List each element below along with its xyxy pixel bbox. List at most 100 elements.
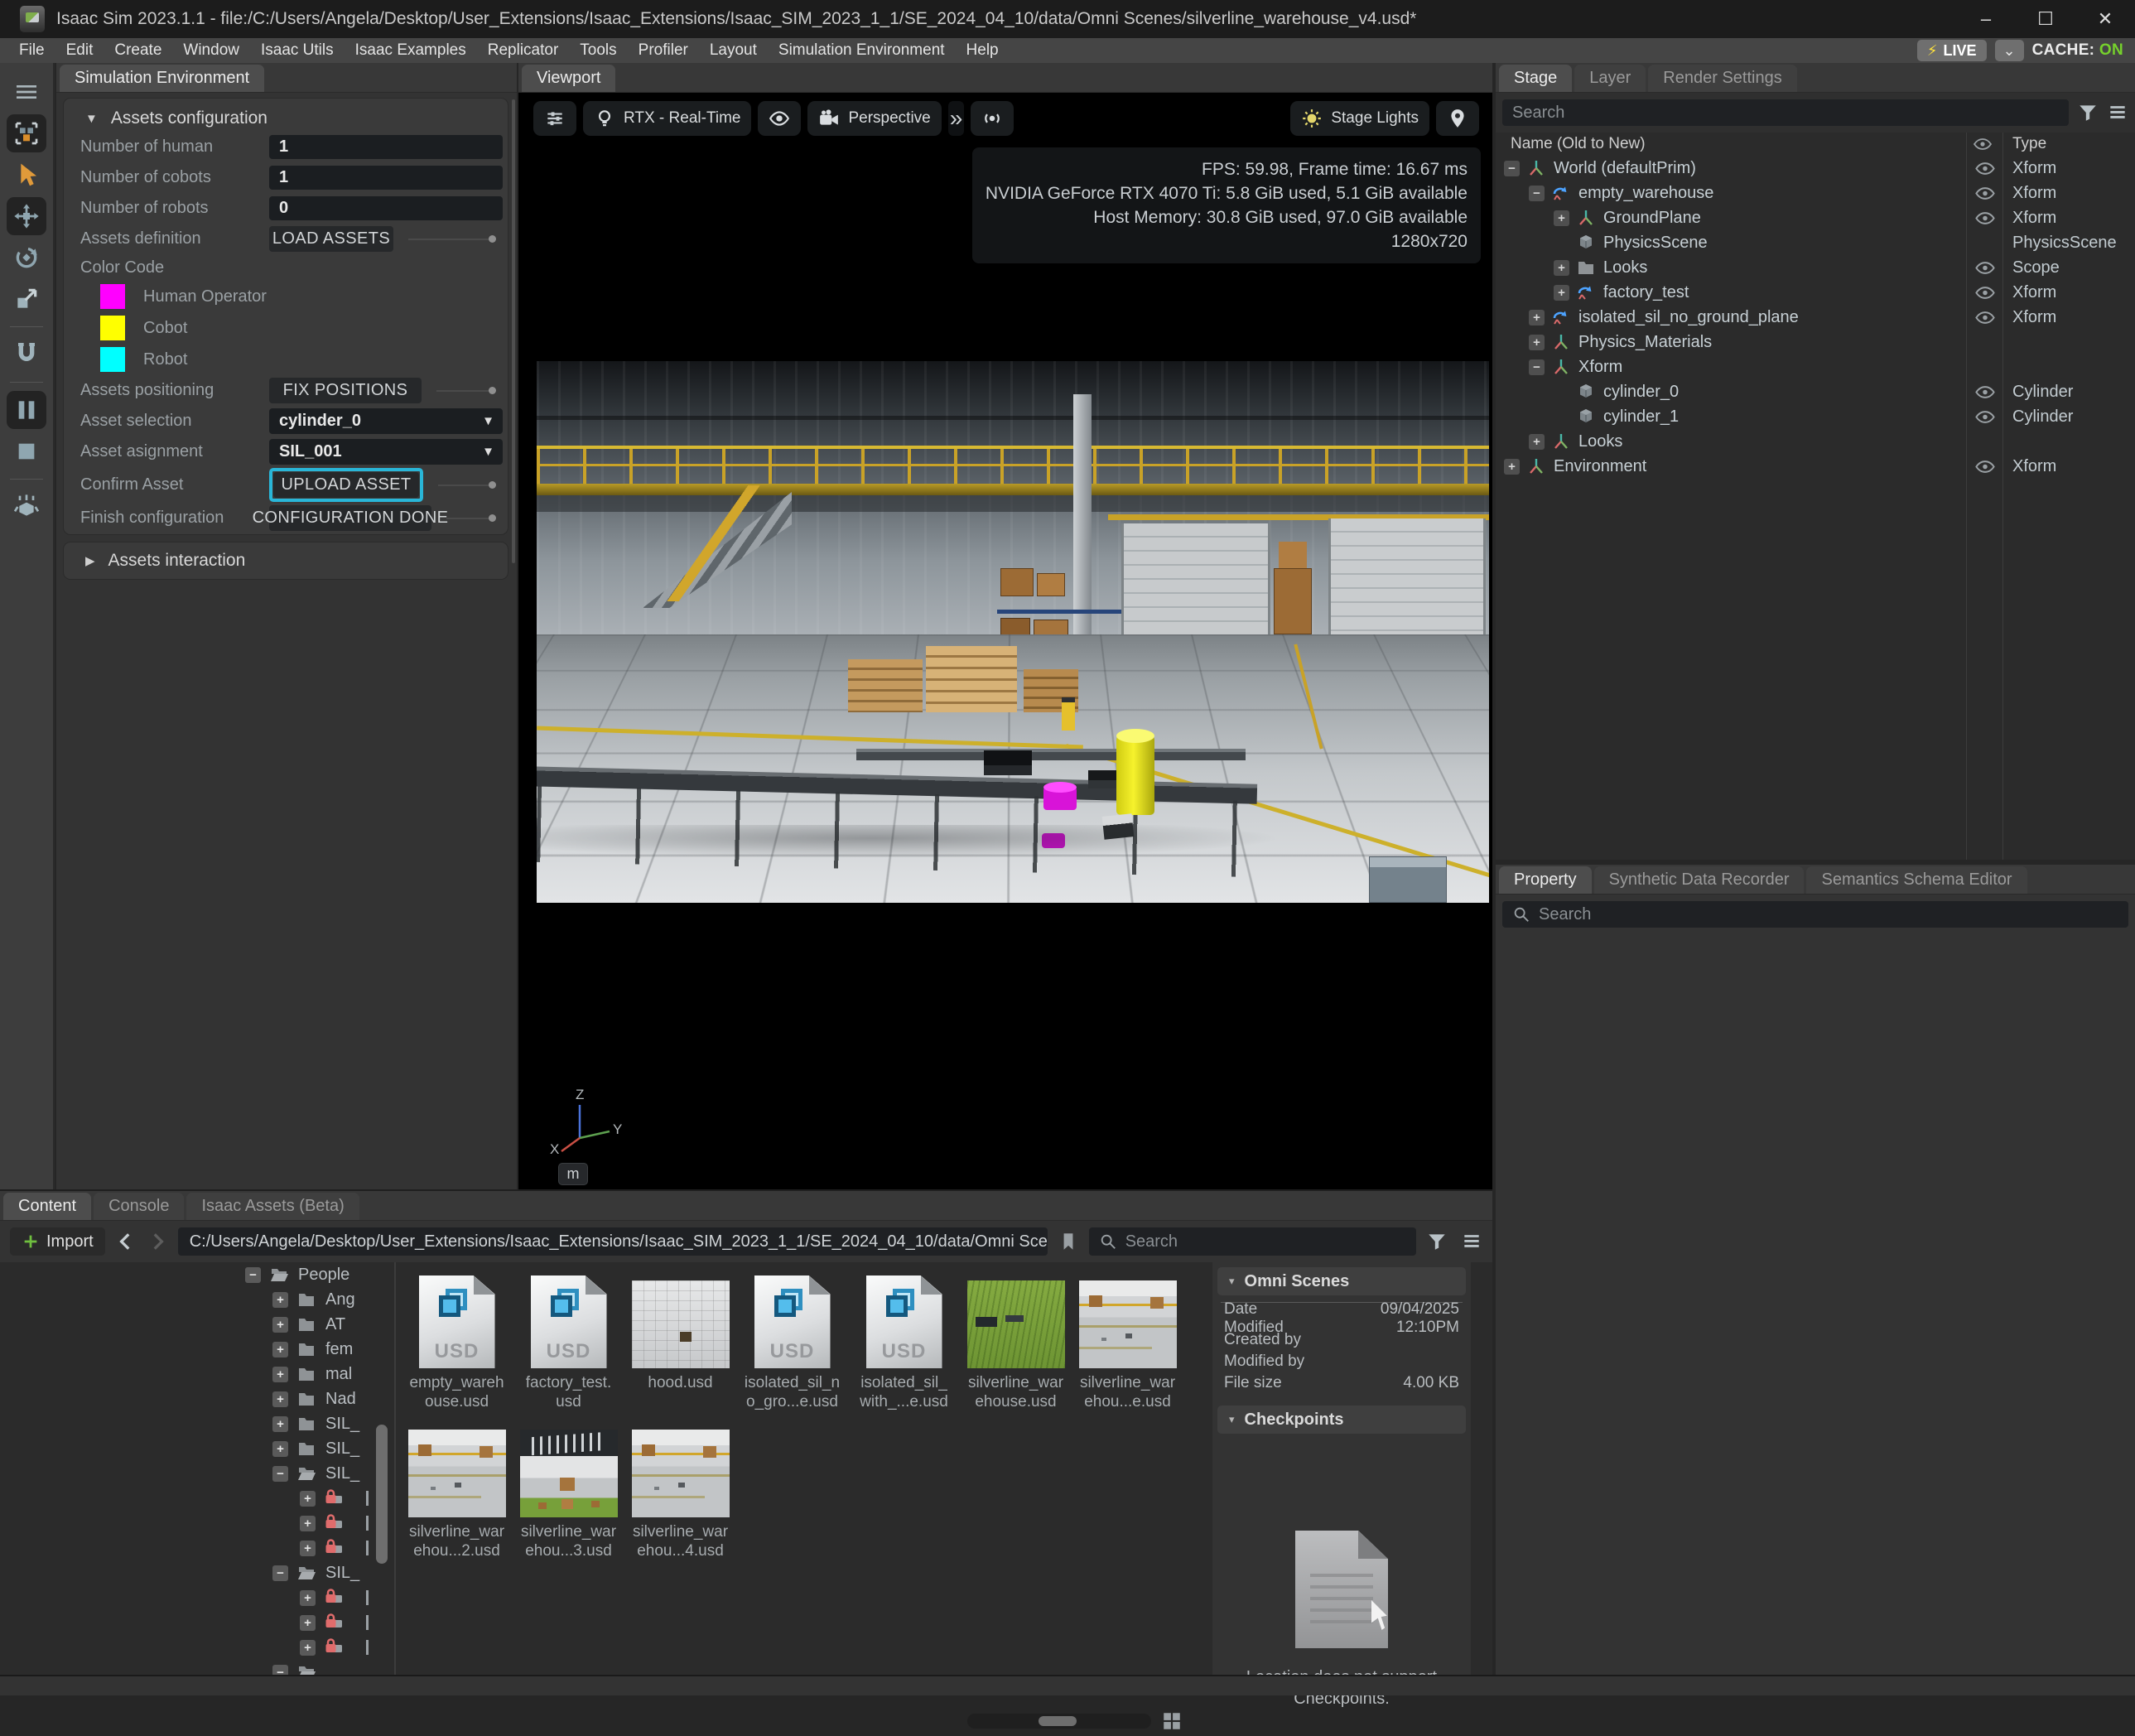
content-search-input[interactable]: Search	[1089, 1227, 1416, 1256]
stage-row[interactable]: +Looks	[1496, 429, 2135, 454]
number-of-human-input[interactable]: 1	[269, 135, 503, 159]
column-name-label[interactable]: Name (Old to New)	[1496, 135, 1646, 153]
snap-tool-button[interactable]	[7, 335, 46, 374]
tab-render-settings[interactable]: Render Settings	[1648, 65, 1796, 92]
scale-tool-button[interactable]	[7, 280, 46, 318]
folder-tree-row[interactable]: +	[0, 1486, 394, 1511]
grid-horizontal-scrollbar[interactable]	[967, 1714, 1151, 1729]
stage-row[interactable]: +Physics_Materials	[1496, 330, 2135, 354]
file-item[interactable]: silverline_war ehou...4.usd	[624, 1420, 736, 1560]
tab-simulation-environment[interactable]: Simulation Environment	[60, 65, 264, 92]
bookmark-icon[interactable]	[1058, 1231, 1079, 1252]
toolbar-expand-chevron[interactable]: »	[948, 101, 965, 136]
menu-replicator[interactable]: Replicator	[477, 38, 570, 63]
stage-row[interactable]: −World (defaultPrim)Xform	[1496, 156, 2135, 181]
selection-mode-tool-button[interactable]	[7, 114, 46, 152]
collapse-icon[interactable]: −	[245, 1267, 261, 1283]
expand-icon[interactable]: +	[300, 1516, 316, 1531]
visibility-eye-icon[interactable]	[1974, 286, 1996, 300]
folder-tree-row[interactable]: +	[0, 1511, 394, 1536]
tab-isaac-assets[interactable]: Isaac Assets (Beta)	[186, 1193, 359, 1220]
folder-tree-row[interactable]: +SIL_	[0, 1411, 394, 1436]
light-pin-button[interactable]	[1436, 101, 1479, 136]
minimize-button[interactable]: –	[1956, 0, 2016, 38]
options-icon[interactable]	[2107, 102, 2128, 123]
number-of-cobots-input[interactable]: 1	[269, 166, 503, 190]
expand-icon[interactable]: +	[272, 1292, 288, 1308]
forward-button[interactable]	[147, 1231, 168, 1252]
expand-icon[interactable]: +	[1529, 434, 1545, 450]
expand-icon[interactable]: +	[1554, 285, 1569, 301]
menu-isaac-utils[interactable]: Isaac Utils	[250, 38, 345, 63]
menu-tool-button[interactable]	[7, 73, 46, 111]
visibility-eye-icon[interactable]	[1974, 410, 1996, 424]
viewport-body[interactable]: RTX - Real-Time Perspective » Stage Ligh…	[518, 93, 1492, 1189]
tab-synthetic-data-recorder[interactable]: Synthetic Data Recorder	[1594, 866, 1805, 894]
file-item[interactable]: hood.usd	[624, 1271, 736, 1411]
stage-row[interactable]: +GroundPlaneXform	[1496, 205, 2135, 230]
stage-row[interactable]: −empty_warehouseXform	[1496, 181, 2135, 205]
folder-tree-row[interactable]: +	[0, 1536, 394, 1560]
expand-icon[interactable]: +	[1504, 459, 1520, 475]
live-button[interactable]: ⚡ LIVE	[1917, 40, 1987, 61]
close-button[interactable]: ✕	[2075, 0, 2135, 38]
grid-view-icon[interactable]	[1161, 1710, 1183, 1732]
expand-icon[interactable]: +	[300, 1491, 316, 1507]
folder-tree-row[interactable]: −	[0, 1660, 394, 1675]
stage-row[interactable]: +cylinder_0Cylinder	[1496, 379, 2135, 404]
stage-row[interactable]: +LooksScope	[1496, 255, 2135, 280]
visibility-eye-icon[interactable]	[1974, 261, 1996, 275]
filter-icon[interactable]	[2077, 102, 2099, 123]
tab-content[interactable]: Content	[3, 1193, 91, 1220]
number-of-robots-input[interactable]: 0	[269, 196, 503, 220]
stage-search-input[interactable]: Search	[1502, 99, 2069, 126]
file-item[interactable]: USDisolated_sil_ with_...e.usd	[848, 1271, 960, 1411]
visibility-eye-icon[interactable]	[1974, 460, 1996, 474]
property-search-input[interactable]: Search	[1502, 901, 2128, 928]
menu-layout[interactable]: Layout	[699, 38, 768, 63]
tab-property[interactable]: Property	[1499, 866, 1592, 894]
file-item[interactable]: USDfactory_test. usd	[513, 1271, 624, 1411]
asset-selection-dropdown[interactable]: cylinder_0 ▼	[269, 408, 503, 434]
maximize-button[interactable]: ☐	[2016, 0, 2075, 38]
checkpoints-section-header[interactable]: ▾ Checkpoints	[1217, 1406, 1466, 1434]
menu-profiler[interactable]: Profiler	[628, 38, 699, 63]
physics-drop-tool-button[interactable]	[7, 488, 46, 526]
tab-console[interactable]: Console	[94, 1193, 184, 1220]
stop-tool-button[interactable]	[7, 432, 46, 470]
menu-edit[interactable]: Edit	[55, 38, 104, 63]
expand-icon[interactable]: +	[1529, 310, 1545, 326]
pause-tool-button[interactable]	[7, 391, 46, 429]
folder-tree-row[interactable]: +Ang	[0, 1287, 394, 1312]
visibility-eye-icon[interactable]	[1974, 162, 1996, 176]
expand-icon[interactable]: +	[300, 1640, 316, 1656]
expand-icon[interactable]: +	[272, 1367, 288, 1382]
expand-icon[interactable]: +	[1529, 335, 1545, 350]
file-item[interactable]: silverline_war ehou...e.usd	[1072, 1271, 1183, 1411]
expand-icon[interactable]: +	[300, 1590, 316, 1606]
options-icon[interactable]	[1461, 1231, 1482, 1252]
tab-layer[interactable]: Layer	[1574, 65, 1646, 92]
collapse-icon[interactable]: −	[272, 1565, 288, 1581]
assets-configuration-header[interactable]: ▼ Assets configuration	[64, 99, 508, 132]
upload-asset-button[interactable]: UPLOAD ASSET	[273, 472, 419, 498]
renderer-button[interactable]: RTX - Real-Time	[583, 101, 751, 136]
menu-isaac-examples[interactable]: Isaac Examples	[345, 38, 477, 63]
visibility-column-icon[interactable]	[1973, 137, 1993, 151]
expand-icon[interactable]: +	[1554, 260, 1569, 276]
folder-tree-row[interactable]: +	[0, 1635, 394, 1660]
file-item[interactable]: USDisolated_sil_n o_gro...e.usd	[736, 1271, 848, 1411]
asset-assignment-dropdown[interactable]: SIL_001 ▼	[269, 439, 503, 465]
folder-tree-row[interactable]: +	[0, 1585, 394, 1610]
expand-icon[interactable]: +	[272, 1317, 288, 1333]
tab-stage[interactable]: Stage	[1499, 65, 1572, 92]
expand-icon[interactable]: +	[272, 1441, 288, 1457]
camera-button[interactable]: Perspective	[807, 101, 941, 136]
menu-help[interactable]: Help	[956, 38, 1010, 63]
file-item[interactable]: silverline_war ehou...3.usd	[513, 1420, 624, 1560]
capture-button[interactable]	[971, 101, 1014, 136]
menu-file[interactable]: File	[8, 38, 55, 63]
stage-row[interactable]: −Xform	[1496, 354, 2135, 379]
import-button[interactable]: Import	[10, 1227, 105, 1256]
load-assets-button[interactable]: LOAD ASSETS	[269, 226, 393, 252]
